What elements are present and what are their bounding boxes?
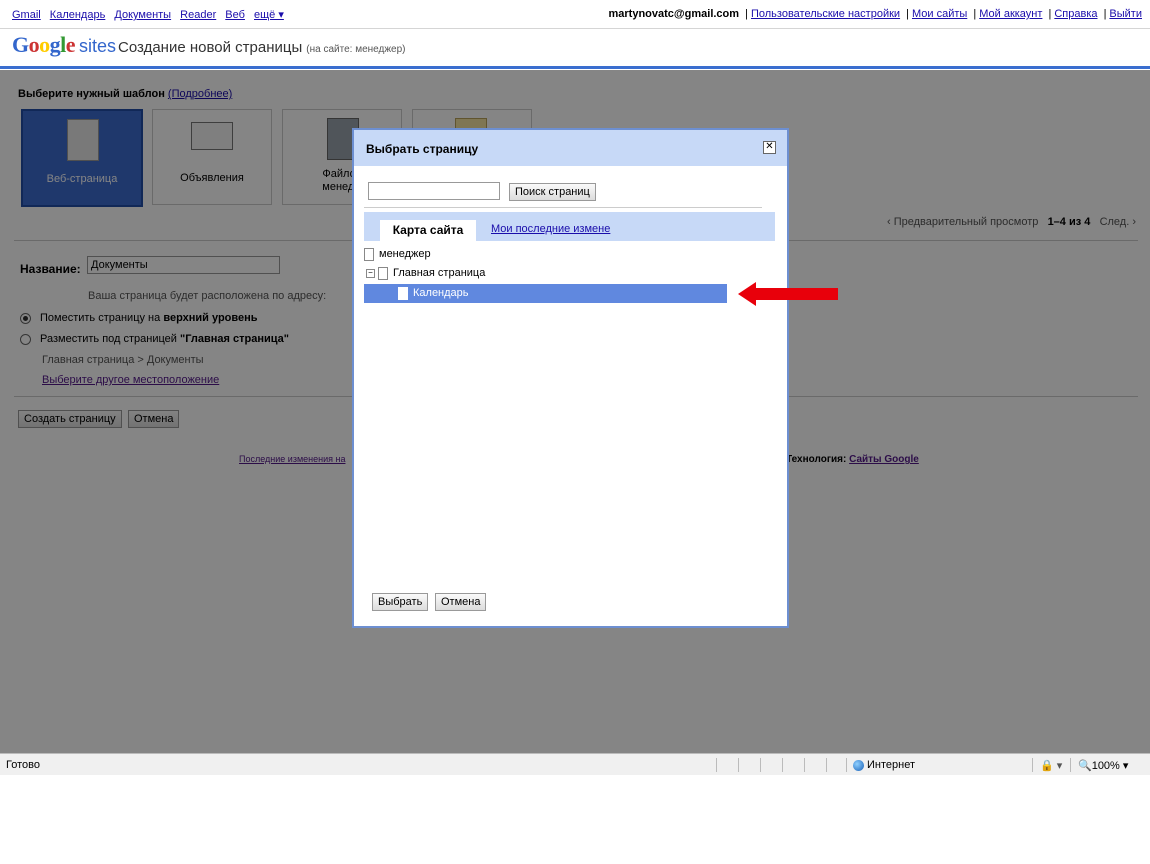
documents-link[interactable]: Документы <box>114 9 171 21</box>
globe-icon <box>853 759 864 771</box>
close-icon[interactable]: ✕ <box>763 141 776 154</box>
user-email: martynovatc@gmail.com <box>608 8 740 20</box>
help-link[interactable]: Справка <box>1054 8 1097 20</box>
site-header: Google sites Создание новой страницы (на са… <box>12 32 405 62</box>
dialog-title: Выбрать страницу <box>366 142 479 156</box>
status-text: Готово <box>6 759 40 771</box>
status-bar: Готово Интернет 🔒 ▾ 🔍100% ▾ <box>0 753 1150 775</box>
page-subtitle: (на сайте: менеджер) <box>306 44 406 55</box>
tree-item-calendar[interactable]: Календарь <box>364 284 727 303</box>
page-search-input[interactable] <box>368 182 500 200</box>
browser-viewport: Gmail Календарь Документы Reader Веб ещё… <box>0 0 1150 775</box>
my-account-link[interactable]: Мой аккаунт <box>979 8 1042 20</box>
gmail-link[interactable]: Gmail <box>12 9 41 21</box>
tab-recent-changes[interactable]: Мои последние измене <box>491 223 610 235</box>
dialog-tabs: Карта сайта Мои последние измене <box>364 212 775 241</box>
dialog-header: Выбрать страницу ✕ <box>354 130 787 166</box>
zoom-control[interactable]: 🔍100% ▾ <box>1078 759 1128 772</box>
tree-item-label: Календарь <box>413 287 469 299</box>
divider <box>364 207 762 208</box>
tree-item-label: менеджер <box>379 248 431 260</box>
user-settings-link[interactable]: Пользовательские настройки <box>751 8 900 20</box>
tree-item-label: Главная страница <box>393 267 486 279</box>
collapse-icon[interactable]: − <box>366 268 375 278</box>
tree-item-home[interactable]: − Главная страница <box>366 265 485 281</box>
sign-out-link[interactable]: Выйти <box>1109 8 1142 20</box>
my-sites-link[interactable]: Мои сайты <box>912 8 967 20</box>
google-apps-links: Gmail Календарь Документы Reader Веб ещё… <box>12 8 290 21</box>
sites-logo: sites <box>79 36 117 56</box>
red-arrow-annotation <box>738 282 838 306</box>
page-title: Создание новой страницы <box>118 39 303 56</box>
tree-item-manager[interactable]: менеджер <box>364 246 431 262</box>
page-icon <box>398 286 408 300</box>
zone-label: Интернет <box>867 759 915 771</box>
header-divider <box>0 66 1150 69</box>
select-button[interactable]: Выбрать <box>372 593 429 611</box>
calendar-link[interactable]: Календарь <box>50 9 106 21</box>
reader-link[interactable]: Reader <box>180 9 216 21</box>
page-icon <box>364 247 374 261</box>
google-bar: Gmail Календарь Документы Reader Веб ещё… <box>0 0 1150 29</box>
more-menu-link[interactable]: ещё ▾ <box>254 9 284 21</box>
web-link[interactable]: Веб <box>225 9 245 21</box>
search-pages-button[interactable]: Поиск страниц <box>509 183 596 201</box>
protected-mode-icon[interactable]: 🔒 ▾ <box>1040 759 1062 772</box>
account-links: martynovatc@gmail.com | Пользовательские … <box>608 8 1143 20</box>
dialog-cancel-button[interactable]: Отмена <box>435 593 487 611</box>
security-zone: Интернет <box>853 759 915 771</box>
page-icon <box>378 266 388 280</box>
tab-sitemap[interactable]: Карта сайта <box>380 220 476 241</box>
tree-item-row: Календарь <box>398 285 469 301</box>
google-logo[interactable]: Google <box>12 32 76 57</box>
select-page-dialog: Выбрать страницу ✕ Поиск страниц Карта с… <box>352 128 789 628</box>
